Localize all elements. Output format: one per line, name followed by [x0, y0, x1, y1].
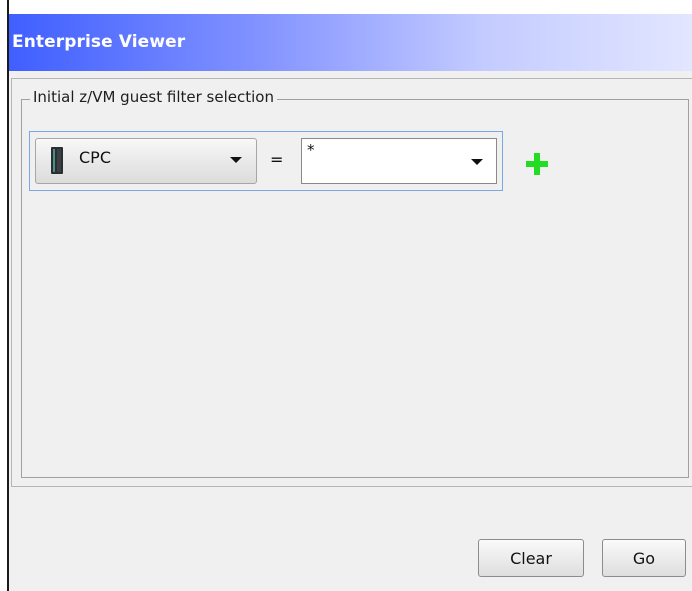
go-button[interactable]: Go	[602, 539, 686, 577]
clear-button[interactable]: Clear	[478, 539, 584, 577]
chevron-down-icon[interactable]	[230, 157, 242, 163]
attribute-dropdown[interactable]	[35, 138, 257, 184]
server-icon	[51, 147, 63, 174]
window-title: Enterprise Viewer	[12, 32, 186, 52]
value-combobox-text[interactable]: *	[307, 141, 315, 159]
window-top-margin	[9, 0, 692, 14]
attribute-dropdown-value: CPC	[79, 148, 111, 167]
value-combobox[interactable]	[301, 138, 497, 184]
title-bar: Enterprise Viewer	[9, 14, 692, 71]
filter-groupbox-legend: Initial z/VM guest filter selection	[30, 88, 277, 106]
plus-icon[interactable]	[525, 152, 549, 176]
window-left-edge	[0, 0, 9, 591]
chevron-down-icon[interactable]	[471, 159, 483, 165]
operator-label: =	[270, 150, 284, 169]
app-window: Enterprise Viewer Initial z/VM guest fil…	[0, 0, 692, 591]
